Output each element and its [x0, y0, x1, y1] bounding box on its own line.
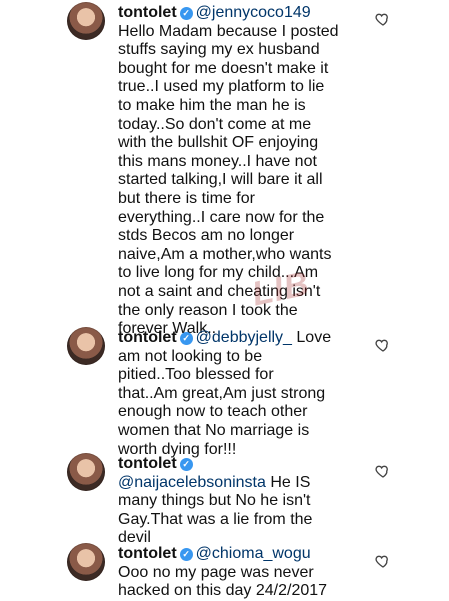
- comment-username[interactable]: tontolet: [118, 455, 177, 472]
- comment-mention[interactable]: @debbyjelly_: [196, 329, 292, 346]
- comment-text-block: tontolet ✓ @jennycoco149 Hello Madam becau…: [118, 4, 363, 339]
- comment-username[interactable]: tontolet: [118, 545, 177, 562]
- heart-outline-icon[interactable]: [375, 11, 391, 27]
- comment-body: Love am not looking to be pitied..Too bl…: [118, 329, 332, 458]
- avatar[interactable]: [67, 2, 105, 40]
- comment-mention[interactable]: @chioma_wogu: [196, 545, 311, 562]
- verified-badge-icon: ✓: [179, 332, 193, 345]
- comment-username[interactable]: tontolet: [118, 329, 177, 346]
- avatar[interactable]: [67, 327, 105, 365]
- verified-badge-icon: ✓: [179, 458, 193, 471]
- comment-text-block: tontolet ✓ @debbyjelly_ Love am not lookin…: [118, 329, 363, 459]
- verified-badge-icon: ✓: [179, 548, 193, 561]
- comment-body: Ooo no my page was never hacked on this …: [118, 563, 328, 600]
- avatar[interactable]: [67, 453, 105, 491]
- heart-outline-icon[interactable]: [375, 553, 391, 569]
- comment-text-block: tontolet ✓ @naijacelebsoninsta He IS many…: [118, 455, 363, 548]
- comment-text-block: tontolet ✓ @chioma_wogu Ooo no my page was…: [118, 545, 363, 601]
- heart-outline-icon[interactable]: [375, 337, 391, 353]
- comment-mention[interactable]: @jennycoco149: [196, 4, 311, 21]
- comment-body: Hello Madam because I posted stuffs sayi…: [118, 22, 339, 338]
- comment-username[interactable]: tontolet: [118, 4, 177, 21]
- comment-mention[interactable]: @naijacelebsoninsta: [118, 474, 266, 491]
- heart-outline-icon[interactable]: [375, 463, 391, 479]
- avatar[interactable]: [67, 543, 105, 581]
- verified-badge-icon: ✓: [179, 7, 193, 20]
